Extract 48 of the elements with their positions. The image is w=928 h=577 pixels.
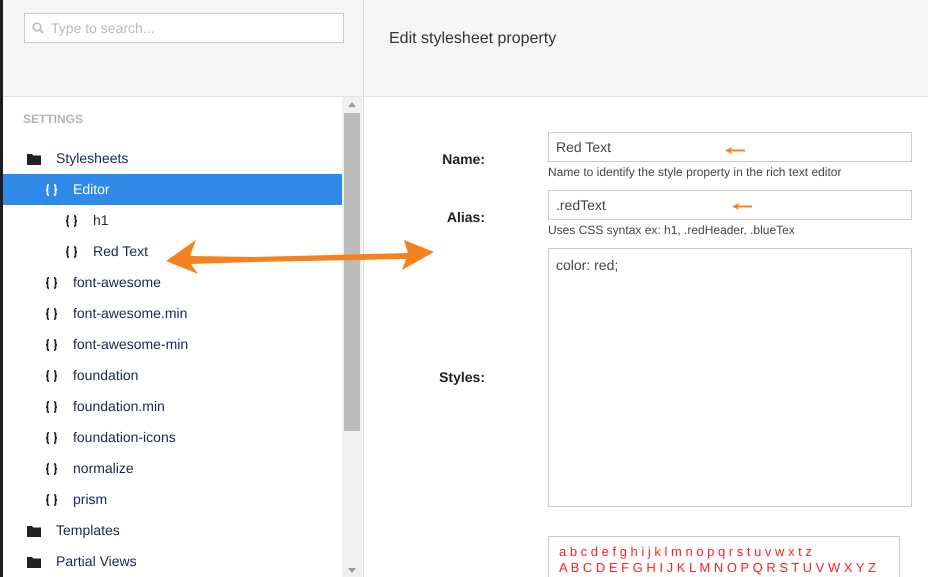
tree-item[interactable]: font-awesome (3, 267, 165, 298)
tree-item[interactable]: Editor (3, 174, 342, 205)
field-label: Alias: (446, 208, 486, 227)
braces-icon (45, 432, 58, 444)
tree-item[interactable]: prism (3, 484, 112, 515)
text-input[interactable]: .redText (548, 190, 912, 220)
braces-icon (45, 184, 58, 196)
braces-icon (45, 338, 58, 350)
styles-textarea[interactable]: color: red; (548, 248, 912, 507)
annotation-arrow (732, 203, 752, 210)
scrollbar[interactable] (342, 97, 362, 577)
field-label: Name: (442, 150, 486, 169)
tree-item[interactable]: Templates (3, 515, 124, 546)
preview-text: a b c d e f g h i j k l m n o p q r s t u v w x t z (559, 544, 813, 560)
folder-icon (27, 556, 41, 568)
tree-item[interactable]: font-awesome.min (3, 298, 192, 329)
braces-icon (45, 400, 58, 412)
tree-item[interactable]: Red Text (3, 236, 152, 267)
search-icon (32, 22, 44, 34)
tree-item[interactable]: Stylesheets (3, 143, 132, 174)
tree-item[interactable]: foundation (3, 360, 142, 391)
tree-item[interactable]: foundation.min (3, 391, 169, 422)
braces-icon (45, 494, 58, 506)
folder-icon (27, 524, 41, 536)
tree-item[interactable]: Partial Views (3, 546, 141, 577)
field-label: Styles: (439, 368, 486, 387)
search-field[interactable]: Type to search... (24, 13, 344, 43)
annotation-arrow (725, 147, 745, 154)
tree-item[interactable]: normalize (3, 453, 138, 484)
scroll-up-icon (348, 102, 356, 107)
text-input[interactable]: Red Text (548, 132, 912, 162)
preview-text: A B C D E F G H I J K L M N O P Q R S T U V W X Y Z (559, 560, 877, 576)
braces-icon (45, 308, 58, 320)
scrollbar-thumb[interactable] (344, 113, 360, 431)
help-text: Uses CSS syntax ex: h1, .redHeader, .blueTex (548, 222, 795, 238)
braces-icon (45, 276, 58, 288)
section-heading: SETTINGS (22, 111, 84, 128)
braces-icon (65, 246, 78, 258)
tree-item[interactable]: font-awesome-min (3, 329, 192, 360)
folder-icon (27, 152, 41, 164)
braces-icon (45, 462, 58, 474)
tree-item[interactable]: h1 (3, 205, 113, 236)
braces-icon (45, 370, 58, 382)
scroll-down-icon (348, 568, 356, 573)
tree-item[interactable]: foundation-icons (3, 422, 180, 453)
help-text: Name to identify the style property in the rich text editor (548, 164, 842, 180)
braces-icon (65, 214, 78, 226)
page-title: Edit stylesheet property (389, 29, 558, 49)
